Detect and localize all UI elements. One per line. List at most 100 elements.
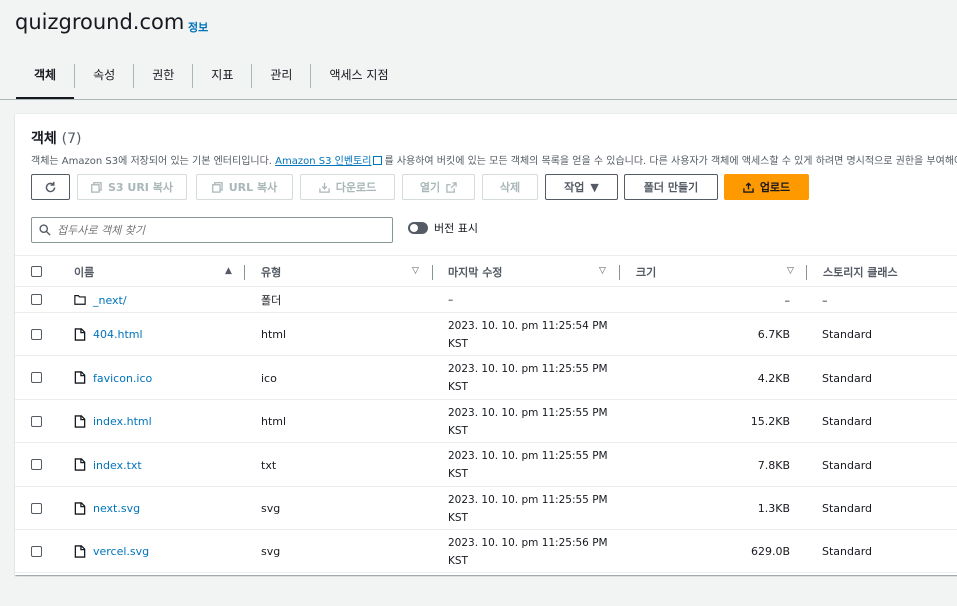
upload-button[interactable]: 업로드 [724, 174, 809, 200]
last-modified-date: 2023. 10. 10. pm 11:25:56 PM [448, 536, 608, 549]
object-name-link[interactable]: index.html [93, 400, 152, 443]
refresh-icon [45, 181, 56, 192]
column-separator[interactable] [619, 265, 620, 280]
external-link-icon [446, 181, 457, 193]
delete-button[interactable]: 삭제 [482, 174, 538, 200]
object-size: 629.0B [750, 545, 790, 558]
inventory-link[interactable]: Amazon S3 인벤토리 [275, 156, 371, 167]
row-checkbox[interactable] [31, 459, 42, 470]
column-separator[interactable] [244, 265, 245, 280]
objects-table: 이름 ▲ 유형 ▽ 마지막 수정 ▽ 크기 ▽ 스토리지 클래스 _next/폴… [15, 255, 957, 573]
tab-permissions[interactable]: 권한 [134, 62, 192, 100]
object-size: 15.2KB [750, 415, 790, 428]
col-header-storage-class[interactable]: 스토리지 클래스 [823, 256, 898, 288]
actions-dropdown[interactable]: 작업 ▼ [545, 174, 618, 200]
row-checkbox[interactable] [31, 329, 42, 340]
search-input[interactable] [57, 223, 377, 237]
table-row[interactable]: index.txt txt 2023. 10. 10. pm 11:25:55 PM… [15, 443, 957, 487]
select-all-checkbox[interactable] [31, 266, 42, 277]
object-name-link[interactable]: index.txt [93, 443, 142, 487]
desc-prefix: 객체는 Amazon S3에 저장되어 있는 기본 엔터티입니다. [31, 156, 276, 167]
copy-icon [91, 181, 102, 193]
object-size: 7.8KB [757, 458, 790, 472]
row-checkbox[interactable] [31, 416, 42, 427]
storage-class: Standard [822, 545, 873, 558]
object-type: svg [261, 502, 281, 515]
col-header-type[interactable]: 유형 [261, 256, 281, 288]
sort-icon[interactable]: ▽ [787, 266, 794, 276]
last-modified: 2023. 10. 10. pm 11:25:55 PM KST [448, 400, 608, 443]
object-type: 폴더 [261, 294, 282, 307]
tab-objects[interactable]: 객체 [16, 62, 75, 100]
refresh-button[interactable] [31, 174, 70, 200]
table-row[interactable]: index.html html 2023. 10. 10. pm 11:25:55 … [15, 400, 957, 443]
object-size: – [784, 293, 791, 307]
external-link-icon [373, 156, 383, 165]
download-button[interactable]: 다운로드 [300, 174, 395, 200]
open-label: 열기 [419, 181, 441, 194]
storage-class: Standard [822, 415, 873, 428]
table-row[interactable]: 404.html html 2023. 10. 10. pm 11:25:54 PM… [15, 313, 957, 356]
create-folder-button[interactable]: 폴더 만들기 [624, 174, 718, 200]
object-type: html [261, 415, 287, 428]
object-name-link[interactable]: _next/ [93, 287, 127, 313]
last-modified-timezone: KST [448, 554, 468, 567]
object-name-link[interactable]: next.svg [93, 487, 140, 530]
last-modified: 2023. 10. 10. pm 11:25:55 PM KST [448, 487, 608, 530]
tab-management[interactable]: 관리 [252, 62, 310, 100]
col-header-size[interactable]: 크기 [636, 256, 656, 288]
col-header-name[interactable]: 이름 [74, 256, 94, 288]
column-separator[interactable] [806, 265, 807, 280]
show-versions-toggle[interactable]: 버전 표시 [408, 220, 478, 236]
object-name-link[interactable]: favicon.ico [93, 356, 152, 400]
tab-bar: 객체 속성 권한 지표 관리 액세스 지점 [16, 62, 406, 100]
col-header-modified[interactable]: 마지막 수정 [448, 256, 502, 288]
table-row[interactable]: favicon.ico ico 2023. 10. 10. pm 11:25:55 … [15, 356, 957, 400]
object-name-link[interactable]: vercel.svg [93, 530, 149, 573]
tab-access-points[interactable]: 액세스 지점 [311, 62, 406, 100]
copy-s3-uri-button[interactable]: S3 URI 복사 [77, 174, 187, 200]
object-type: svg [261, 545, 281, 558]
last-modified-timezone: KST [448, 468, 468, 480]
file-icon [74, 371, 86, 384]
sort-icon[interactable]: ▽ [599, 266, 606, 276]
copy-url-button[interactable]: URL 복사 [196, 174, 293, 200]
storage-class: Standard [822, 502, 873, 515]
table-row[interactable]: vercel.svg svg 2023. 10. 10. pm 11:25:56 P… [15, 530, 957, 573]
row-checkbox[interactable] [31, 503, 42, 514]
column-separator[interactable] [432, 265, 433, 280]
row-checkbox[interactable] [31, 546, 42, 557]
table-row[interactable]: _next/폴더 – – – [15, 287, 957, 313]
table-header: 이름 ▲ 유형 ▽ 마지막 수정 ▽ 크기 ▽ 스토리지 클래스 [15, 255, 957, 287]
search-box[interactable] [31, 217, 393, 243]
copy-url-label: URL 복사 [228, 181, 278, 194]
actions-label: 작업 [564, 181, 585, 194]
create-folder-label: 폴더 만들기 [643, 181, 699, 194]
download-icon [319, 182, 330, 193]
objects-panel: 객체 (7) 객체는 Amazon S3에 저장되어 있는 기본 엔터티입니다.… [15, 113, 957, 575]
file-icon [74, 458, 86, 471]
last-modified: – [448, 294, 454, 306]
sort-ascending-icon[interactable]: ▲ [225, 266, 232, 276]
object-type: html [261, 328, 287, 341]
storage-class: – [822, 293, 828, 307]
info-link[interactable]: 정보 [188, 19, 208, 35]
table-row[interactable]: next.svg svg 2023. 10. 10. pm 11:25:55 PM K… [15, 487, 957, 530]
toggle-switch[interactable] [408, 222, 428, 234]
object-name-link[interactable]: 404.html [93, 313, 143, 356]
tab-metrics[interactable]: 지표 [193, 62, 251, 100]
last-modified: 2023. 10. 10. pm 11:25:55 PM KST [448, 356, 608, 400]
object-type: txt [261, 458, 277, 472]
last-modified-timezone: KST [448, 381, 468, 393]
tab-properties[interactable]: 속성 [75, 62, 133, 100]
delete-label: 삭제 [499, 181, 521, 194]
last-modified-date: 2023. 10. 10. pm 11:25:55 PM [448, 406, 608, 419]
row-checkbox[interactable] [31, 294, 42, 305]
sort-icon[interactable]: ▽ [412, 266, 419, 276]
panel-description: 객체는 Amazon S3에 저장되어 있는 기본 엔터티입니다. Amazon… [31, 152, 957, 167]
file-icon [74, 328, 86, 341]
search-icon [39, 224, 51, 236]
last-modified-timezone: KST [448, 337, 468, 350]
row-checkbox[interactable] [31, 372, 42, 383]
open-button[interactable]: 열기 [402, 174, 475, 200]
